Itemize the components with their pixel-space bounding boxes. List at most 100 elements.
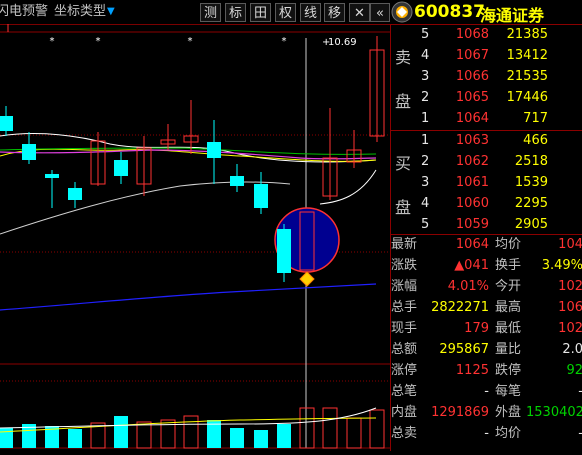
line-button[interactable]: 线 — [300, 3, 321, 22]
volume-bars — [0, 407, 385, 449]
stat-value: 102 — [558, 279, 582, 294]
bid-row[interactable]: 4 1060 2295 — [391, 193, 582, 214]
ask-row[interactable]: 3 1066 21535 — [391, 66, 582, 87]
price-value: 1064 — [455, 111, 489, 126]
level-number: 5 — [421, 217, 430, 232]
ma-line-white — [0, 133, 377, 163]
move-button[interactable]: 移 — [324, 3, 345, 22]
coordinate-type-select[interactable]: 坐标类型 — [54, 3, 106, 21]
stat-row: 涨停 1125 跌停 92 — [391, 360, 582, 381]
stat-label: 均价 — [495, 237, 522, 252]
stat-row: 总卖 -均价- — [391, 423, 582, 444]
price-label: 10.69 — [328, 37, 357, 48]
expand-icon[interactable]: « — [370, 3, 390, 22]
level-number: 4 — [421, 196, 430, 211]
stat-label: 最低 — [495, 321, 522, 336]
price-value: 1061 — [455, 175, 489, 190]
ask-row[interactable]: 2 1065 17446 — [391, 87, 582, 108]
stat-label: 换手 — [495, 258, 522, 273]
stock-code: 600837 — [414, 2, 485, 22]
price-value: 1059 — [455, 217, 489, 232]
ask-row[interactable]: 4 1067 13412 — [391, 45, 582, 66]
ask-row[interactable]: 1 1064 717 — [391, 108, 582, 129]
stat-label: 总笔 — [391, 384, 418, 399]
grid-button[interactable]: 田 — [250, 3, 271, 22]
ask-row[interactable]: 5 1068 21385 — [391, 24, 582, 45]
stat-row: 涨跌 ▲041 换手 3.49% — [391, 255, 582, 276]
volume-value: 13412 — [506, 48, 548, 63]
bid-row[interactable]: 1 1063 466 — [391, 130, 582, 151]
candlestick-chart[interactable]: * * * * 10.69 + — [0, 24, 390, 451]
chevron-down-icon[interactable]: ▼ — [107, 3, 115, 21]
stat-label: 现手 — [391, 321, 418, 336]
stat-value: 106 — [558, 300, 582, 315]
ma-line-gray — [0, 181, 291, 235]
price-value: 1065 — [455, 90, 489, 105]
candle — [207, 142, 221, 158]
stat-row: 现手 179 最低 102 — [391, 318, 582, 339]
stat-value: - — [484, 426, 489, 441]
volume-value: 21385 — [506, 27, 548, 42]
stat-label: 涨停 — [391, 363, 418, 378]
candle — [68, 188, 82, 200]
signal-marker — [299, 271, 315, 287]
price-value: 1068 — [455, 27, 489, 42]
stat-value: 2.0 — [562, 342, 582, 357]
volume-value: 2295 — [514, 196, 548, 211]
bid-row[interactable]: 2 1062 2518 — [391, 151, 582, 172]
volume-value: 1539 — [514, 175, 548, 190]
measure-button[interactable]: 测 — [200, 3, 221, 22]
stat-value: 102 — [558, 321, 582, 336]
volume-value: 17446 — [506, 90, 548, 105]
stat-label: 涨幅 — [391, 279, 418, 294]
price-value: 1063 — [455, 133, 489, 148]
stat-label: 最高 — [495, 300, 522, 315]
stat-label: 今开 — [495, 279, 522, 294]
level-number: 1 — [421, 111, 430, 126]
stat-value: ▲041 — [454, 258, 489, 273]
candle — [254, 184, 268, 208]
stat-label: 外盘 — [495, 405, 522, 420]
candle — [230, 176, 244, 186]
price-value: 1060 — [455, 196, 489, 211]
price-value: 1066 — [455, 69, 489, 84]
level-number: 5 — [421, 27, 430, 42]
stat-value: 1530402 — [526, 405, 582, 420]
stat-row: 最新 1064 均价 104 — [391, 234, 582, 255]
volume-value: 2905 — [514, 217, 548, 232]
bid-row[interactable]: 5 1059 2905 — [391, 214, 582, 235]
rights-button[interactable]: 权 — [275, 3, 296, 22]
candle — [45, 174, 59, 178]
brand-logo-icon — [391, 1, 413, 23]
stock-header: 600837 海通证券 — [390, 0, 582, 25]
stat-value: 179 — [464, 321, 489, 336]
stat-value: - — [526, 381, 582, 402]
stat-label: 总额 — [391, 342, 418, 357]
level-number: 2 — [421, 154, 430, 169]
bid-row[interactable]: 3 1061 1539 — [391, 172, 582, 193]
lightning-alert-button[interactable]: 闪电预警 — [0, 3, 48, 21]
level-number: 1 — [421, 133, 430, 148]
stat-row: 总手 2822271 最高 106 — [391, 297, 582, 318]
stat-value: 104 — [558, 237, 582, 252]
stat-value: - — [526, 423, 582, 444]
stat-label: 内盘 — [391, 405, 418, 420]
ma-line-white-end — [319, 169, 377, 205]
price-value: 1062 — [455, 154, 489, 169]
price-marker: + — [322, 37, 330, 48]
volume-ma-white — [0, 407, 377, 429]
stat-value: - — [484, 384, 489, 399]
mark-button[interactable]: 标 — [225, 3, 246, 22]
stat-label: 每笔 — [495, 384, 522, 399]
stat-label: 涨跌 — [391, 258, 418, 273]
stat-value: 2822271 — [431, 300, 489, 315]
stat-row: 内盘 1291869 外盘 1530402 — [391, 402, 582, 423]
close-icon[interactable]: ✕ — [349, 3, 370, 22]
level-number: 2 — [421, 90, 430, 105]
candle — [0, 116, 13, 131]
stat-value: 4.01% — [447, 279, 489, 294]
volume-value: 466 — [523, 133, 548, 148]
stat-row: 总笔 -每笔- — [391, 381, 582, 402]
candle — [22, 144, 36, 160]
event-marker: * — [50, 36, 55, 47]
